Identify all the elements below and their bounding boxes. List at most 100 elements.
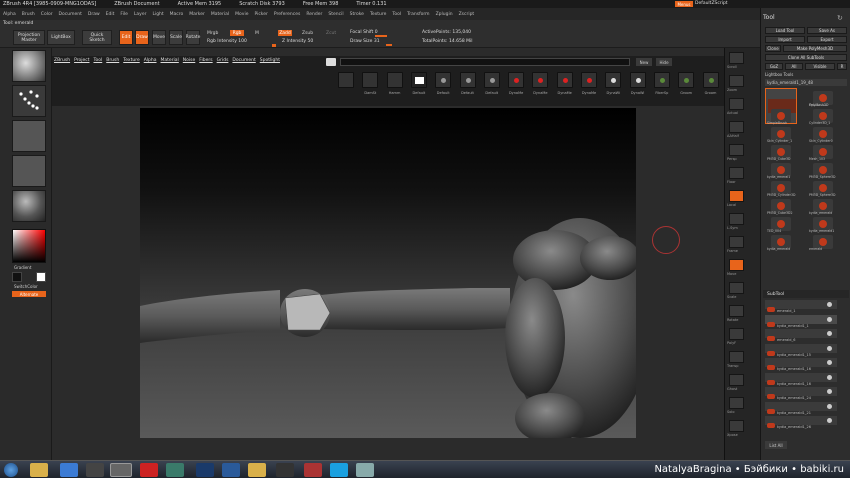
all-button[interactable]: All [785,63,803,70]
material-sphere-thumb[interactable] [12,50,46,82]
menu-item[interactable]: Edit [106,12,115,17]
brush-thumb[interactable] [532,72,549,88]
list-all-button[interactable]: List All [765,441,787,449]
brush-thumb[interactable] [435,72,452,88]
palette-link[interactable]: Grids [217,58,229,66]
menu-item[interactable]: Stroke [350,12,364,17]
default-script[interactable]: DefaultZScript [695,1,728,6]
primary-color-swatch[interactable] [36,272,46,282]
palette-link[interactable]: Spotlight [260,58,280,66]
explorer-icon[interactable] [30,463,48,477]
menu-item[interactable]: Picker [254,12,267,17]
projection-master-button[interactable]: Projection Master [13,30,45,45]
zcut-toggle[interactable]: Zcut [326,31,336,36]
brush-thumb[interactable] [556,72,573,88]
refresh-icon[interactable]: ↻ [837,14,843,22]
eye-icon[interactable] [827,418,832,423]
make-polymesh-button[interactable]: Make PolyMesh3D [783,45,847,52]
eye-icon[interactable] [827,345,832,351]
eye-icon[interactable] [827,331,832,336]
import-button[interactable]: Import [765,36,805,43]
brush-thumb[interactable] [653,72,670,88]
view-polyf-icon[interactable] [729,328,744,340]
switchcolor-button[interactable]: SwitchColor [14,284,38,289]
alternate-button[interactable]: Alternate [12,291,46,297]
view-zoom-icon[interactable] [729,75,744,87]
photoshop-icon[interactable] [196,463,214,477]
hide-brush-button[interactable]: Hide [656,58,672,66]
subtool-item[interactable]: kydia_emerald1_26 [765,416,837,432]
palette-link[interactable]: Document [232,58,255,66]
menu-item[interactable]: Zscript [459,12,475,17]
alpha-thumb[interactable] [12,120,46,152]
menu-item[interactable]: Alpha [3,12,16,17]
menu-item[interactable]: Marker [189,12,205,17]
palette-link[interactable]: Brush [106,58,119,66]
media-player-icon[interactable] [86,463,104,477]
save-as-button[interactable]: Save As [807,27,847,34]
canvas-viewport[interactable] [140,108,650,443]
brush-thumb[interactable] [362,72,379,88]
stroke-dots-thumb[interactable] [12,85,46,117]
start-button-icon[interactable] [4,463,18,477]
zsub-toggle[interactable]: Zsub [302,31,313,36]
menu-item[interactable]: Draw [88,12,100,17]
view-scale-icon[interactable] [729,282,744,294]
palette-link[interactable]: Fibers [199,58,212,66]
palette-link[interactable]: Noise [183,58,195,66]
view-floor-icon[interactable] [729,167,744,179]
view-move-icon[interactable] [729,259,744,271]
eye-icon[interactable] [827,403,832,409]
eye-icon[interactable] [827,360,832,365]
brush-thumb[interactable] [410,72,427,88]
menu-item[interactable]: Layer [134,12,147,17]
view-local-icon[interactable] [729,190,744,202]
view-lsym-icon[interactable] [729,213,744,225]
r-button[interactable]: R [837,63,847,70]
brush-thumb[interactable] [605,72,622,88]
menu-item[interactable]: Brush [22,12,35,17]
eye-icon[interactable] [827,302,832,307]
pen-icon[interactable] [222,463,240,477]
menu-item[interactable]: Document [59,12,82,17]
brush-thumb[interactable] [386,72,403,88]
view-ghost-icon[interactable] [729,374,744,386]
zbrush-icon[interactable] [276,463,294,477]
goz-button[interactable]: GoZ [765,63,783,70]
new-brush-button[interactable]: New [636,58,652,66]
brush-thumb[interactable] [508,72,525,88]
menu-item[interactable]: Stencil [328,12,343,17]
brush-thumb[interactable] [483,72,500,88]
export-button[interactable]: Export [807,36,847,43]
matcap-sphere-thumb[interactable] [12,190,46,222]
load-tool-button[interactable]: Load Tool [765,27,805,34]
view-aahalf-icon[interactable] [729,121,744,133]
view-transp-icon[interactable] [729,351,744,363]
paint-icon[interactable] [356,463,374,477]
view-rotate-icon[interactable] [729,305,744,317]
pdf-icon[interactable] [140,463,158,477]
brush-search-bar[interactable] [340,58,630,66]
focal-shift-slider[interactable]: Focal Shift 0 [350,30,378,35]
menu-item[interactable]: File [120,12,128,17]
quick-sketch-button[interactable]: Quick Sketch [82,30,112,45]
brush-thumb[interactable] [459,72,476,88]
view-actual-icon[interactable] [729,98,744,110]
menu-item[interactable]: Texture [370,12,386,17]
draw-button[interactable]: Draw [135,30,149,45]
menu-item[interactable]: Render [306,12,322,17]
view-frame-icon[interactable] [729,236,744,248]
color-picker[interactable] [12,229,46,263]
arrow-left-icon[interactable] [326,58,336,66]
draw-size-slider[interactable]: Draw Size 31 [350,39,380,44]
menu-item[interactable]: Light [152,12,163,17]
media-icon[interactable] [304,463,322,477]
menu-item[interactable]: Transform [407,12,429,17]
menu-item[interactable]: Zplugin [436,12,453,17]
menu-item[interactable]: Material [211,12,229,17]
folder-icon[interactable] [248,463,266,477]
brush-thumb[interactable] [702,72,719,88]
scale-button[interactable]: Scale [169,30,183,45]
edit-button[interactable]: Edit [119,30,133,45]
menus-button[interactable]: Menus [675,1,693,7]
